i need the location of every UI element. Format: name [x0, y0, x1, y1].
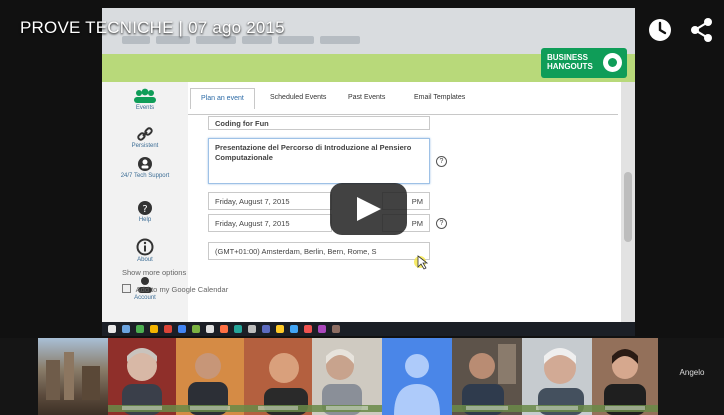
sidebar-item-about[interactable]: About	[102, 238, 188, 264]
help-icon[interactable]: ?	[436, 218, 447, 229]
participant-thumbnail[interactable]	[312, 338, 382, 415]
calendar-checkbox-row[interactable]: Add to my Google Calendar	[122, 284, 228, 294]
name-bar	[592, 405, 658, 412]
taskbar	[102, 322, 635, 336]
start-date-field[interactable]: Friday, August 7, 2015	[208, 192, 332, 210]
info-icon	[136, 238, 154, 256]
brand-dot-icon	[603, 53, 622, 72]
start-icon[interactable]	[108, 325, 116, 333]
taskbar-icon[interactable]	[318, 325, 326, 333]
name-bar	[108, 405, 176, 412]
event-name-field[interactable]: Coding for Fun	[208, 116, 430, 130]
end-date-field[interactable]: Friday, August 7, 2015	[208, 214, 332, 232]
tab-past-events[interactable]: Past Events	[348, 94, 385, 101]
participant-thumbnail[interactable]	[382, 338, 452, 415]
sidebar-item-label: About	[137, 257, 153, 263]
taskbar-icon[interactable]	[262, 325, 270, 333]
name-bar	[452, 405, 522, 412]
timezone-select[interactable]: (GMT+01:00) Amsterdam, Berlin, Bern, Rom…	[208, 242, 430, 260]
support-icon	[138, 157, 152, 171]
question-icon: ?	[138, 201, 152, 215]
shared-screen: BUSINESS HANGOUTS Events Persistent 24/7…	[102, 8, 635, 326]
sidebar-item-support[interactable]: 24/7 Tech Support	[102, 156, 188, 180]
sidebar-item-help[interactable]: ? Help	[102, 200, 188, 224]
tab-email-templates[interactable]: Email Templates	[414, 94, 465, 101]
help-icon[interactable]: ?	[436, 156, 447, 167]
participant-name[interactable]: Angelo	[660, 368, 724, 377]
name-bar	[176, 405, 244, 412]
taskbar-icon[interactable]	[304, 325, 312, 333]
name-bar	[312, 405, 382, 412]
description-textarea[interactable]: Presentazione del Percorso di Introduzio…	[208, 138, 430, 184]
people-icon	[134, 88, 156, 103]
participant-thumbnail[interactable]	[176, 338, 244, 415]
taskbar-icon[interactable]	[234, 325, 242, 333]
participants-filmstrip: Angelo	[0, 338, 724, 415]
sidebar-item-label: Help	[138, 217, 152, 223]
avatar	[382, 338, 452, 415]
taskbar-icon[interactable]	[136, 325, 144, 333]
tabs-divider	[188, 114, 618, 115]
video-title[interactable]: PROVE TECNICHE | 07 ago 2015	[20, 18, 285, 38]
taskbar-icon[interactable]	[206, 325, 214, 333]
brand-logo: BUSINESS HANGOUTS	[541, 48, 627, 78]
participant-thumbnail[interactable]	[522, 338, 592, 415]
video-player[interactable]: PROVE TECNICHE | 07 ago 2015 BUSINESS HA…	[0, 0, 724, 415]
taskbar-icon[interactable]	[276, 325, 284, 333]
taskbar-icon[interactable]	[332, 325, 340, 333]
event-form-panel: Plan an event Scheduled Events Past Even…	[188, 82, 635, 326]
play-button[interactable]	[330, 183, 407, 235]
link-icon	[137, 127, 153, 141]
scrollbar[interactable]	[621, 82, 635, 326]
sidebar-item-events[interactable]: Events	[102, 88, 188, 112]
sidebar-item-label: 24/7 Tech Support	[120, 173, 170, 179]
taskbar-icon[interactable]	[164, 325, 172, 333]
cursor-icon	[414, 255, 428, 270]
name-bar	[522, 405, 592, 412]
bookmark	[320, 36, 360, 44]
participant-thumbnail[interactable]	[38, 338, 108, 415]
play-icon	[357, 197, 381, 221]
svg-text:?: ?	[142, 204, 147, 215]
scrollbar-thumb[interactable]	[624, 172, 632, 242]
taskbar-icon[interactable]	[192, 325, 200, 333]
taskbar-icon[interactable]	[178, 325, 186, 333]
taskbar-icon[interactable]	[290, 325, 298, 333]
taskbar-icon[interactable]	[220, 325, 228, 333]
sidebar-item-label: Events	[135, 105, 155, 111]
tab-scheduled-events[interactable]: Scheduled Events	[270, 94, 326, 101]
participant-thumbnail[interactable]	[244, 338, 312, 415]
participant-thumbnail[interactable]	[592, 338, 658, 415]
taskbar-icon[interactable]	[150, 325, 158, 333]
sidebar-item-persistent[interactable]: Persistent	[102, 126, 188, 150]
clock-icon[interactable]	[646, 16, 674, 44]
participant-thumbnail[interactable]	[108, 338, 176, 415]
share-icon[interactable]	[688, 16, 716, 44]
taskbar-icon[interactable]	[248, 325, 256, 333]
tab-plan-an-event[interactable]: Plan an event	[190, 88, 255, 109]
show-more-options-link[interactable]: Show more options	[122, 268, 186, 277]
checkbox[interactable]	[122, 284, 131, 293]
sidebar-item-label: Account	[134, 295, 156, 301]
participant-thumbnail[interactable]	[452, 338, 522, 415]
taskbar-icon[interactable]	[122, 325, 130, 333]
name-bar	[244, 405, 312, 412]
calendar-checkbox-label: Add to my Google Calendar	[135, 285, 229, 294]
brand-text: BUSINESS HANGOUTS	[547, 53, 593, 71]
sidebar-item-label: Persistent	[131, 143, 159, 149]
